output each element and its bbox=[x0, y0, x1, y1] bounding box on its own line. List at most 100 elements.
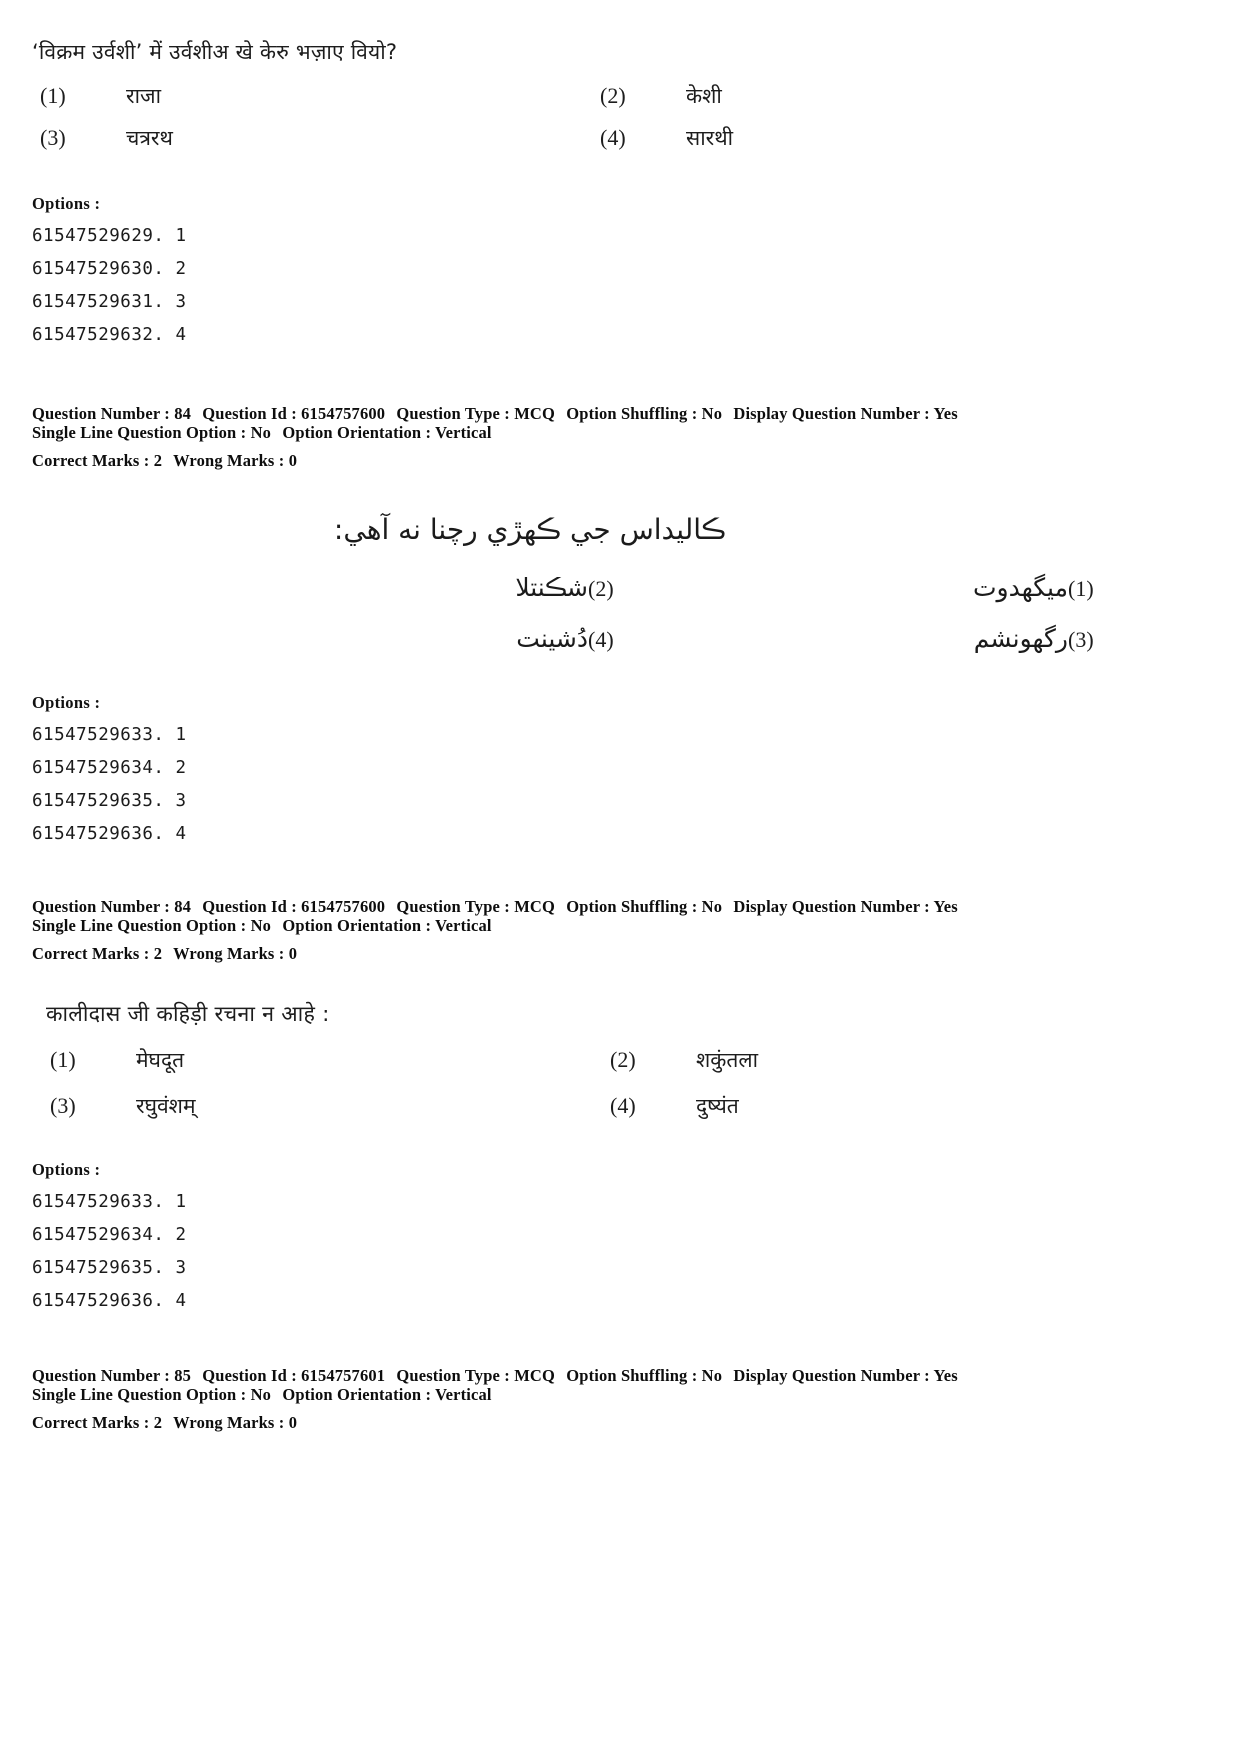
option-2-label: शकुंतला bbox=[696, 1048, 759, 1072]
meta-correct-marks-value: 2 bbox=[153, 1413, 163, 1432]
option-1-number: (1) bbox=[50, 1047, 76, 1072]
option-2-number: (2) bbox=[588, 576, 614, 601]
option-id-3: 61547529635. 3 bbox=[32, 791, 187, 811]
option-4-label: सारथी bbox=[686, 126, 734, 150]
meta-correct-marks-label: Correct Marks : bbox=[32, 944, 150, 963]
meta-question-number-value: 84 bbox=[174, 404, 192, 423]
meta-question-id-label: Question Id : bbox=[202, 897, 297, 916]
option-2[interactable]: (2) شڪنتلا bbox=[32, 573, 708, 602]
question-meta-block: Question Number : 84 Question Id : 61547… bbox=[32, 404, 1208, 470]
meta-question-number-label: Question Number : bbox=[32, 1366, 170, 1385]
meta-single-line-value: No bbox=[250, 423, 272, 442]
meta-question-type-value: MCQ bbox=[514, 897, 555, 916]
option-3-number: (3) bbox=[1068, 627, 1094, 652]
option-2[interactable]: (2) शकुंतला bbox=[598, 1046, 1208, 1074]
question-block-84-sindhi: ڪاليداس جي ڪهڙي رچنا نه آهي: (1) ميگهدوت… bbox=[32, 512, 1208, 963]
option-ids-block: Options : 61547529629. 1 61547529630. 2 … bbox=[32, 194, 1208, 352]
meta-question-type-label: Question Type : bbox=[396, 897, 510, 916]
option-ids-block: Options : 61547529633. 1 61547529634. 2 … bbox=[32, 1160, 1208, 1318]
meta-option-shuffling-value: No bbox=[701, 897, 723, 916]
meta-wrong-marks-value: 0 bbox=[288, 451, 298, 470]
meta-option-shuffling-label: Option Shuffling : bbox=[566, 1366, 698, 1385]
meta-single-line-label: Single Line Question Option : bbox=[32, 916, 247, 935]
option-1[interactable]: (1) ميگهدوت bbox=[708, 573, 1188, 602]
option-id-1: 61547529629. 1 bbox=[32, 226, 187, 246]
meta-single-line-value: No bbox=[250, 916, 272, 935]
meta-option-orientation-value: Vertical bbox=[435, 916, 492, 935]
meta-question-type-label: Question Type : bbox=[396, 404, 510, 423]
options-grid: (1) राजा (2) केशी (3) चत्ररथ (4) सारथी bbox=[32, 82, 1208, 152]
option-4[interactable]: (4) सारथी bbox=[592, 124, 1208, 152]
options-label: Options : bbox=[32, 194, 101, 213]
meta-wrong-marks-value: 0 bbox=[288, 1413, 298, 1432]
meta-wrong-marks-value: 0 bbox=[288, 944, 298, 963]
option-2[interactable]: (2) केशी bbox=[592, 82, 1208, 110]
option-id-3: 61547529635. 3 bbox=[32, 1258, 187, 1278]
meta-wrong-marks-label: Wrong Marks : bbox=[173, 451, 285, 470]
option-4-number: (4) bbox=[610, 1093, 636, 1118]
question-block-84-maithili: ‘विक्रम उर्वशी’ में उर्वशीअ खे केरु भज़ा… bbox=[32, 0, 1208, 470]
meta-single-line-label: Single Line Question Option : bbox=[32, 1385, 247, 1404]
option-id-1: 61547529633. 1 bbox=[32, 1192, 187, 1212]
question-text: ‘विक्रम उर्वशी’ में उर्वशीअ खे केरु भज़ा… bbox=[32, 40, 398, 64]
meta-option-shuffling-label: Option Shuffling : bbox=[566, 404, 698, 423]
option-3-label: رگهونشم bbox=[973, 624, 1068, 653]
option-2-number: (2) bbox=[600, 83, 626, 108]
meta-display-question-number-value: Yes bbox=[933, 1366, 958, 1385]
option-1-label: राजा bbox=[126, 84, 162, 108]
option-4[interactable]: (4) दुष्यंत bbox=[598, 1092, 1208, 1120]
meta-question-number-label: Question Number : bbox=[32, 897, 170, 916]
option-2-label: شڪنتلا bbox=[515, 573, 588, 602]
option-1-number: (1) bbox=[1068, 576, 1094, 601]
question-meta-block: Question Number : 84 Question Id : 61547… bbox=[32, 897, 1208, 963]
question-text: ڪاليداس جي ڪهڙي رچنا نه آهي: bbox=[333, 513, 727, 546]
options-label: Options : bbox=[32, 1160, 101, 1179]
option-3[interactable]: (3) चत्ररथ bbox=[32, 124, 592, 152]
meta-wrong-marks-label: Wrong Marks : bbox=[173, 944, 285, 963]
option-ids-block: Options : 61547529633. 1 61547529634. 2 … bbox=[32, 693, 1208, 851]
option-3-label: रघुवंशम् bbox=[136, 1094, 196, 1118]
meta-display-question-number-value: Yes bbox=[933, 404, 958, 423]
meta-option-orientation-value: Vertical bbox=[435, 1385, 492, 1404]
option-4-label: दुष्यंत bbox=[696, 1094, 739, 1118]
option-id-2: 61547529634. 2 bbox=[32, 758, 187, 778]
option-3[interactable]: (3) रघुवंशम् bbox=[32, 1092, 598, 1120]
options-grid: (1) मेघदूत (2) शकुंतला (3) रघुवंशम् (4) … bbox=[32, 1046, 1208, 1120]
option-id-4: 61547529632. 4 bbox=[32, 325, 187, 345]
option-id-4: 61547529636. 4 bbox=[32, 824, 187, 844]
option-3-number: (3) bbox=[50, 1093, 76, 1118]
meta-option-shuffling-value: No bbox=[701, 404, 723, 423]
meta-correct-marks-label: Correct Marks : bbox=[32, 1413, 150, 1432]
option-2-label: केशी bbox=[686, 84, 722, 108]
meta-question-number-label: Question Number : bbox=[32, 404, 170, 423]
option-1[interactable]: (1) मेघदूत bbox=[32, 1046, 598, 1074]
meta-display-question-number-value: Yes bbox=[933, 897, 958, 916]
option-4-number: (4) bbox=[588, 627, 614, 652]
meta-option-orientation-label: Option Orientation : bbox=[282, 1385, 432, 1404]
meta-option-orientation-label: Option Orientation : bbox=[282, 916, 432, 935]
meta-display-question-number-label: Display Question Number : bbox=[733, 404, 930, 423]
meta-question-type-value: MCQ bbox=[514, 1366, 555, 1385]
option-id-1: 61547529633. 1 bbox=[32, 725, 187, 745]
option-3-label: चत्ररथ bbox=[126, 126, 173, 150]
options-grid: (1) ميگهدوت (2) شڪنتلا (3) رگهونشم (4) د… bbox=[32, 573, 1208, 653]
option-id-3: 61547529631. 3 bbox=[32, 292, 187, 312]
meta-correct-marks-label: Correct Marks : bbox=[32, 451, 150, 470]
meta-question-number-value: 85 bbox=[174, 1366, 192, 1385]
meta-correct-marks-value: 2 bbox=[153, 944, 163, 963]
meta-display-question-number-label: Display Question Number : bbox=[733, 1366, 930, 1385]
exam-paper-page: ‘विक्रम उर्वशी’ में उर्वशीअ खे केरु भज़ा… bbox=[0, 0, 1240, 1754]
meta-option-orientation-label: Option Orientation : bbox=[282, 423, 432, 442]
option-id-2: 61547529630. 2 bbox=[32, 259, 187, 279]
option-3[interactable]: (3) رگهونشم bbox=[708, 624, 1188, 653]
meta-option-orientation-value: Vertical bbox=[435, 423, 492, 442]
option-1-label: ميگهدوت bbox=[973, 573, 1068, 602]
meta-question-id-value: 6154757601 bbox=[301, 1366, 386, 1385]
meta-question-id-value: 6154757600 bbox=[301, 404, 386, 423]
option-1[interactable]: (1) राजा bbox=[32, 82, 592, 110]
meta-question-number-value: 84 bbox=[174, 897, 192, 916]
option-4[interactable]: (4) دُشينت bbox=[32, 624, 708, 653]
options-label: Options : bbox=[32, 693, 101, 712]
meta-single-line-label: Single Line Question Option : bbox=[32, 423, 247, 442]
meta-question-type-label: Question Type : bbox=[396, 1366, 510, 1385]
